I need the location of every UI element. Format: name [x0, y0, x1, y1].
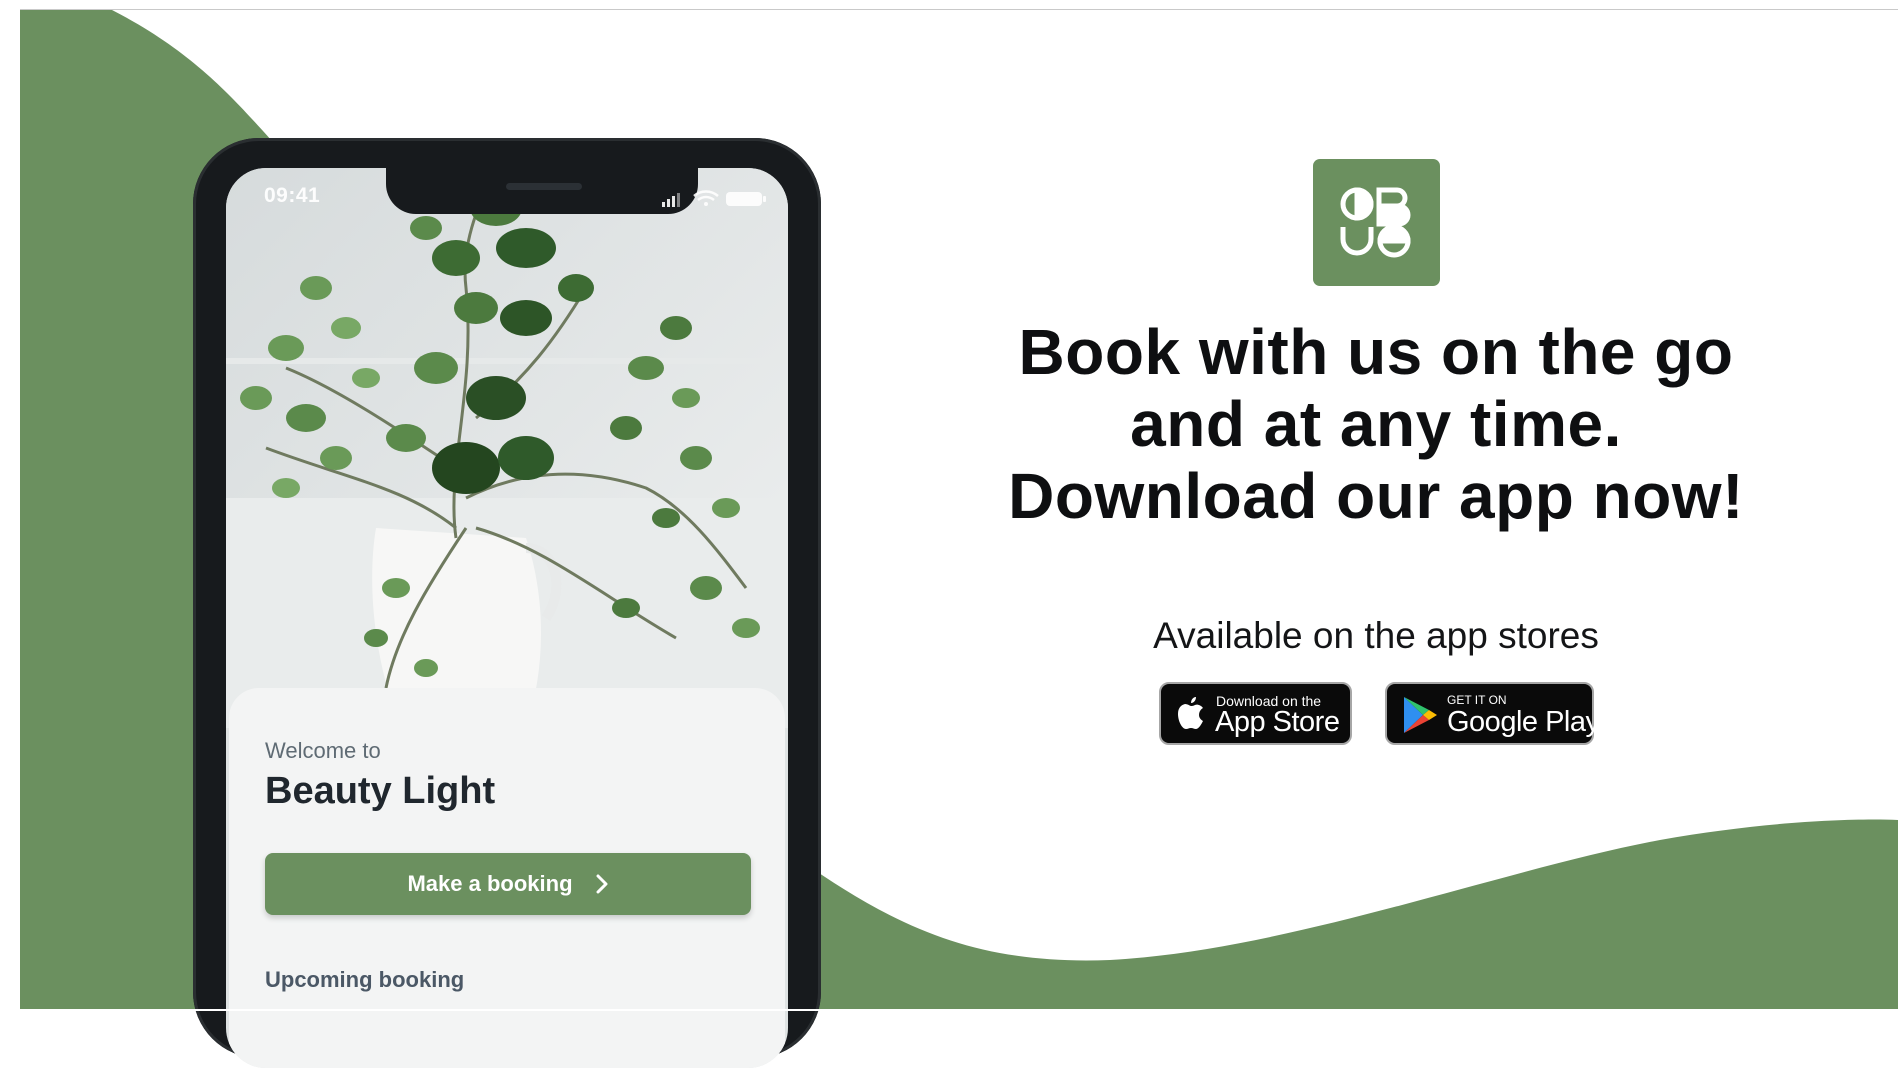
plant-photo: [226, 168, 788, 728]
phone-screen: 09:41 Welcome to Beauty Light Make a boo…: [226, 168, 788, 1068]
make-booking-button[interactable]: Make a booking: [265, 853, 751, 915]
phone-notch: [386, 168, 698, 214]
chevron-right-icon: [596, 874, 608, 894]
wifi-icon: [693, 190, 719, 206]
status-time: 09:41: [264, 184, 321, 207]
apple-icon: [1178, 697, 1203, 729]
brand-logo-icon: [1340, 187, 1411, 258]
headline-line-1: Book with us on the go: [1018, 316, 1734, 388]
status-icons: [662, 190, 766, 207]
phone-mockup: 09:41 Welcome to Beauty Light Make a boo…: [193, 138, 821, 1068]
signal-icon: [662, 193, 680, 207]
welcome-label: Welcome to: [265, 738, 381, 763]
upcoming-booking-heading: Upcoming booking: [265, 967, 465, 992]
google-play-icon: [1404, 697, 1437, 733]
google-play-big-text: Google Play: [1447, 706, 1600, 738]
headline-line-2: and at any time.: [1130, 388, 1622, 460]
make-booking-label: Make a booking: [407, 871, 573, 896]
available-on-stores-label: Available on the app stores: [1153, 615, 1599, 656]
app-store-big-text: App Store: [1215, 706, 1340, 738]
welcome-card: Welcome to Beauty Light Make a booking U…: [229, 688, 785, 1068]
app-store-badge[interactable]: Download on the App Store: [1159, 682, 1352, 745]
left-margin: [0, 0, 20, 1011]
google-play-badge[interactable]: GET IT ON Google Play: [1385, 682, 1600, 745]
phone-speaker: [506, 183, 582, 190]
google-play-small-text: GET IT ON: [1447, 693, 1507, 707]
headline-line-3: Download our app now!: [1008, 460, 1744, 532]
battery-icon: [726, 192, 766, 206]
promo-headline: Book with us on the go and at any time. …: [948, 316, 1804, 532]
bottom-green-wave: [800, 819, 1898, 1011]
top-rule: [0, 0, 1898, 10]
brand-logo-tile: [1313, 159, 1440, 286]
brand-name: Beauty Light: [265, 770, 496, 812]
